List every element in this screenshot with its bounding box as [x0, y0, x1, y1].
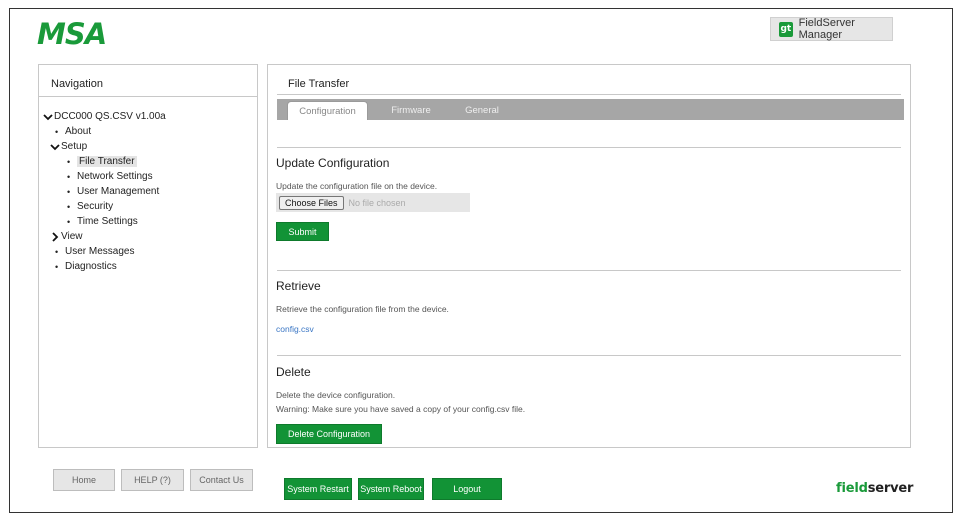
nav-item-setup[interactable]: Setup	[49, 141, 87, 152]
update-configuration-heading: Update Configuration	[276, 156, 390, 170]
msa-logo-mark: MSA	[37, 17, 107, 51]
delete-desc: Delete the device configuration.	[276, 390, 396, 400]
nav-item-time-settings[interactable]: • Time Settings	[67, 216, 138, 227]
system-reboot-button[interactable]: System Reboot	[358, 478, 424, 500]
delete-configuration-button[interactable]: Delete Configuration	[276, 424, 382, 444]
gt-icon: gt	[779, 21, 793, 37]
nav-item-user-management[interactable]: • User Management	[67, 186, 159, 197]
nav-item-diagnostics[interactable]: • Diagnostics	[55, 261, 117, 272]
retrieve-desc: Retrieve the configuration file from the…	[276, 304, 449, 314]
contact-us-button[interactable]: Contact Us	[190, 469, 253, 491]
delete-warning: Warning: Make sure you have saved a copy…	[276, 404, 526, 414]
tab-bar: Configuration Firmware General	[277, 99, 904, 120]
retrieve-heading: Retrieve	[276, 279, 321, 293]
navigation-divider	[39, 96, 257, 97]
help-button[interactable]: HELP (?)	[121, 469, 184, 491]
fieldserver-manager-button[interactable]: gt FieldServer Manager	[770, 17, 893, 41]
nav-root[interactable]: DCC000 QS.CSV v1.00a	[42, 111, 166, 122]
home-button[interactable]: Home	[53, 469, 115, 491]
bullet-icon: •	[67, 201, 71, 212]
nav-item-label: Setup	[61, 141, 88, 152]
msa-logo: MSA	[37, 17, 129, 51]
bullet-icon: •	[55, 126, 59, 137]
nav-item-label: User Management	[77, 186, 160, 197]
section-divider	[277, 355, 901, 356]
navigation-title: Navigation	[51, 78, 103, 90]
file-transfer-panel: File Transfer Configuration Firmware Gen…	[267, 64, 911, 448]
bullet-icon: •	[55, 261, 59, 272]
nav-item-label: Security	[77, 201, 114, 212]
title-divider	[277, 94, 901, 95]
nav-item-view[interactable]: View	[49, 231, 83, 242]
page-title: File Transfer	[288, 78, 350, 90]
nav-item-label: About	[65, 126, 92, 137]
bullet-icon: •	[67, 216, 71, 227]
chevron-right-icon	[52, 231, 59, 242]
chevron-down-icon	[43, 113, 53, 120]
nav-item-network-settings[interactable]: • Network Settings	[67, 171, 153, 182]
bullet-icon: •	[55, 246, 59, 257]
nav-item-label: Time Settings	[77, 216, 138, 227]
submit-button[interactable]: Submit	[276, 222, 329, 241]
nav-item-security[interactable]: • Security	[67, 201, 113, 212]
svg-text:MSA: MSA	[37, 18, 106, 48]
fieldserver-logo-server: server	[867, 481, 914, 496]
config-csv-link[interactable]: config.csv	[276, 324, 314, 334]
choose-files-button[interactable]: Choose Files	[279, 195, 344, 210]
section-divider	[277, 270, 901, 271]
nav-item-label: File Transfer	[77, 156, 137, 167]
nav-item-label: Network Settings	[77, 171, 153, 182]
fieldserver-logo: fieldserver	[836, 481, 913, 496]
chevron-down-icon	[50, 143, 60, 150]
tab-configuration[interactable]: Configuration	[287, 101, 368, 120]
fieldserver-logo-field: field	[836, 481, 868, 496]
no-file-chosen-text: No file chosen	[348, 197, 406, 208]
fieldserver-manager-label: FieldServer Manager	[798, 17, 855, 41]
bullet-icon: •	[67, 186, 71, 197]
tab-firmware[interactable]: Firmware	[380, 101, 442, 120]
bullet-icon: •	[67, 156, 71, 167]
navigation-panel: Navigation DCC000 QS.CSV v1.00a • About …	[38, 64, 258, 448]
nav-item-about[interactable]: • About	[55, 126, 91, 137]
nav-item-label: View	[61, 231, 83, 242]
section-divider	[277, 147, 901, 148]
nav-root-label: DCC000 QS.CSV v1.00a	[54, 111, 166, 122]
bullet-icon: •	[67, 171, 71, 182]
delete-heading: Delete	[276, 365, 311, 379]
nav-item-label: User Messages	[65, 246, 135, 257]
system-restart-button[interactable]: System Restart	[284, 478, 352, 500]
update-configuration-desc: Update the configuration file on the dev…	[276, 181, 438, 191]
logout-button[interactable]: Logout	[432, 478, 502, 500]
nav-item-file-transfer[interactable]: • File Transfer	[67, 156, 137, 167]
nav-item-label: Diagnostics	[65, 261, 117, 272]
nav-item-user-messages[interactable]: • User Messages	[55, 246, 134, 257]
file-input[interactable]: Choose Files No file chosen	[276, 193, 470, 212]
tab-general[interactable]: General	[454, 101, 510, 120]
